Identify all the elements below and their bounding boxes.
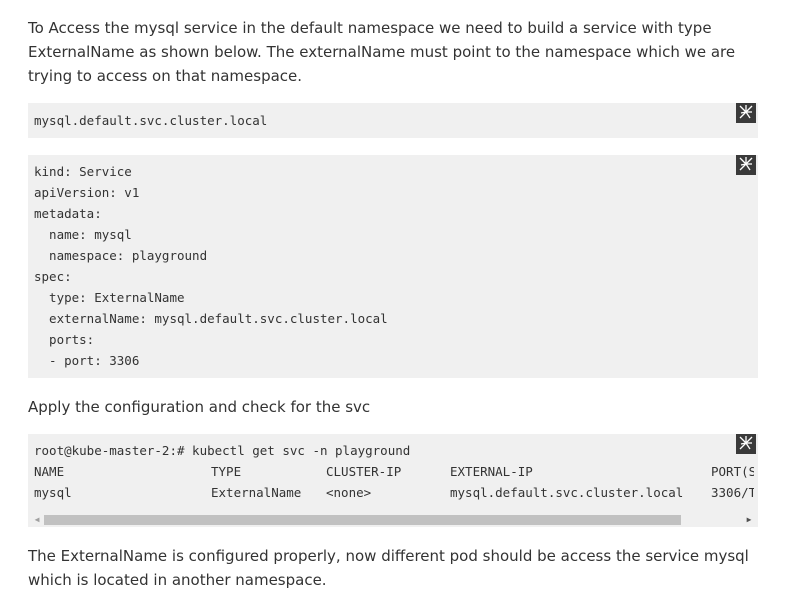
- code-line: metadata:: [34, 206, 102, 221]
- terminal-command: root@kube-master-2:# kubectl get svc -n …: [34, 443, 411, 458]
- header-name: NAME: [34, 464, 65, 479]
- copy-icon: [738, 104, 754, 123]
- code-line: namespace: playground: [34, 248, 208, 263]
- code-line: - port: 3306: [34, 353, 140, 368]
- copy-button[interactable]: [736, 103, 756, 123]
- header-cluster-ip: CLUSTER-IP: [326, 464, 402, 479]
- code-line: apiVersion: v1: [34, 185, 140, 200]
- cell-cluster-ip: <none>: [326, 485, 372, 500]
- code-block-yaml-text: kind: Service apiVersion: v1 metadata: nam…: [34, 161, 752, 371]
- header-type: TYPE: [211, 464, 242, 479]
- table-header-row: NAME TYPE CLUSTER-IP EXTERNAL-IP PORT(S: [34, 461, 754, 482]
- code-line: spec:: [34, 269, 72, 284]
- apply-paragraph: Apply the configuration and check for th…: [28, 398, 371, 416]
- cell-name: mysql: [34, 485, 72, 500]
- intro-paragraph: To Access the mysql service in the defau…: [28, 19, 736, 85]
- header-ports: PORT(S: [711, 464, 754, 479]
- final-paragraph: The ExternalName is configured properly,…: [28, 547, 749, 589]
- cell-ports: 3306/T: [711, 485, 754, 500]
- copy-button[interactable]: [736, 155, 756, 175]
- arrow-left-icon[interactable]: ◀: [30, 513, 44, 527]
- code-line: mysql.default.svc.cluster.local: [34, 113, 268, 128]
- scrollbar-thumb[interactable]: [44, 515, 681, 525]
- code-line: type: ExternalName: [34, 290, 185, 305]
- copy-button[interactable]: [736, 434, 756, 454]
- horizontal-scrollbar[interactable]: ◀ ▶: [28, 513, 758, 527]
- table-row: mysql ExternalName <none> mysql.default.…: [34, 482, 754, 503]
- cell-type: ExternalName: [211, 485, 302, 500]
- code-block-yaml: kind: Service apiVersion: v1 metadata: nam…: [28, 155, 758, 378]
- arrow-right-icon[interactable]: ▶: [742, 513, 756, 527]
- code-line: ports:: [34, 332, 95, 347]
- header-external-ip: EXTERNAL-IP: [450, 464, 533, 479]
- copy-icon: [738, 156, 754, 175]
- copy-icon: [738, 435, 754, 454]
- cell-external-ip: mysql.default.svc.cluster.local: [450, 485, 684, 500]
- code-line: externalName: mysql.default.svc.cluster.…: [34, 311, 388, 326]
- code-block-terminal: root@kube-master-2:# kubectl get svc -n …: [28, 434, 758, 527]
- code-block-host: mysql.default.svc.cluster.local: [28, 103, 758, 138]
- terminal-output: root@kube-master-2:# kubectl get svc -n …: [34, 440, 754, 503]
- code-line: name: mysql: [34, 227, 132, 242]
- code-line: kind: Service: [34, 164, 132, 179]
- code-block-host-text: mysql.default.svc.cluster.local: [34, 110, 752, 131]
